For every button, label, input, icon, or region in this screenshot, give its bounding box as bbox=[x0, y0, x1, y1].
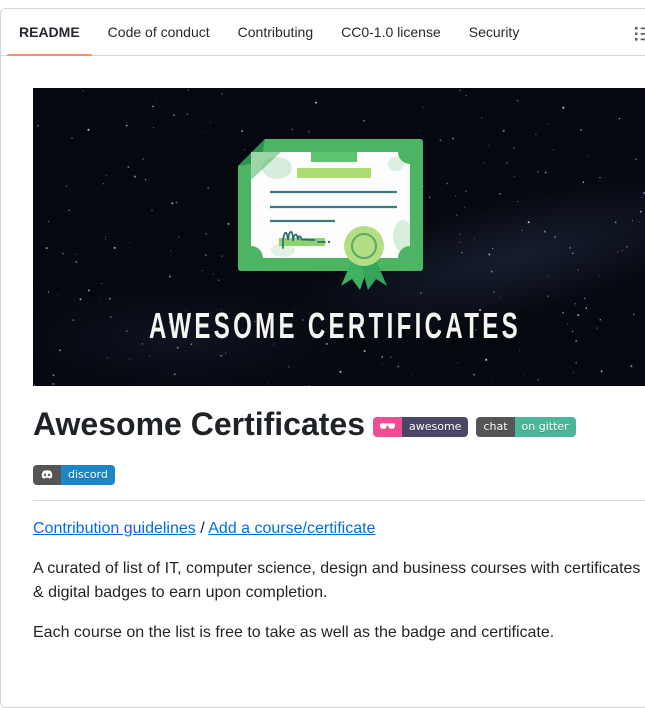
badge-gitter[interactable]: chaton gitter bbox=[476, 417, 575, 437]
contribution-guidelines-link[interactable]: Contribution guidelines bbox=[33, 520, 196, 537]
tab-contributing[interactable]: Contributing bbox=[224, 9, 328, 55]
hero-paragraph: AWESOME CERTIFICATES bbox=[33, 88, 645, 386]
badge-gitter-right-label: on gitter bbox=[515, 417, 576, 437]
tab-security[interactable]: Security bbox=[455, 9, 534, 55]
add-course-link[interactable]: Add a course/certificate bbox=[208, 520, 375, 537]
tab-code-of-conduct[interactable]: Code of conduct bbox=[94, 9, 224, 55]
badge-gitter-left-label: chat bbox=[476, 417, 514, 437]
free-course-paragraph: Each course on the list is free to take … bbox=[33, 621, 645, 645]
list-outline-icon bbox=[634, 25, 645, 43]
outline-button[interactable] bbox=[631, 23, 645, 45]
discord-icon bbox=[40, 470, 54, 480]
certificate-illustration bbox=[238, 139, 423, 290]
hero-image-link[interactable]: AWESOME CERTIFICATES bbox=[33, 88, 645, 386]
tab-readme[interactable]: README bbox=[5, 9, 94, 55]
hero-caption-text: AWESOME CERTIFICATES bbox=[149, 305, 521, 346]
readme-tab-bar: READMECode of conductContributingCC0-1.0… bbox=[1, 9, 645, 56]
readme-panel: READMECode of conductContributingCC0-1.0… bbox=[0, 8, 645, 708]
hero-image-awesome-certificates: AWESOME CERTIFICATES bbox=[33, 88, 645, 386]
contribution-links: Contribution guidelines / Add a course/c… bbox=[33, 517, 645, 541]
badge-discord[interactable]: discord bbox=[33, 465, 115, 485]
badge-awesome-label: awesome bbox=[402, 417, 468, 437]
page-title-text: Awesome Certificates bbox=[33, 406, 365, 442]
badge-awesome[interactable]: awesome bbox=[373, 417, 468, 437]
tab-cc0-1-0-license[interactable]: CC0-1.0 license bbox=[327, 9, 455, 55]
link-separator: / bbox=[200, 520, 204, 537]
intro-paragraph: A curated of list of IT, computer scienc… bbox=[33, 557, 645, 605]
sunglasses-icon bbox=[380, 422, 395, 431]
page-title: Awesome Certificates awesome chaton gitte… bbox=[33, 404, 645, 501]
badge-discord-label: discord bbox=[61, 465, 115, 485]
markdown-body: AWESOME CERTIFICATES Awesome Certificate… bbox=[1, 56, 645, 693]
line-break bbox=[33, 444, 645, 452]
